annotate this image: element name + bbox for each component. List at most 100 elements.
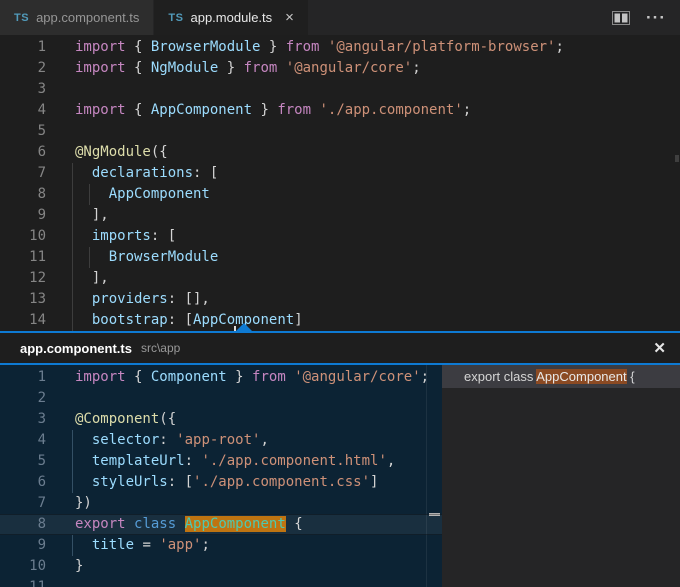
code-text: import { Component } from '@angular/core… (75, 369, 429, 385)
editor-actions: ··· (612, 0, 680, 35)
code-text: BrowserModule (75, 249, 218, 265)
vscode-window: TS app.component.ts TS app.module.ts × ·… (0, 0, 680, 587)
tab-app-component-ts[interactable]: TS app.component.ts (0, 0, 154, 35)
code-line[interactable]: 11 (0, 577, 442, 587)
code-line[interactable]: 14 bootstrap: [AppComponent] (0, 310, 680, 331)
line-number: 8 (0, 184, 46, 205)
line-number: 5 (0, 451, 46, 472)
code-line[interactable]: 4 selector: 'app-root', (0, 430, 442, 451)
code-line[interactable]: 7}) (0, 493, 442, 514)
indent-guide (72, 163, 73, 184)
line-number: 10 (0, 556, 46, 577)
tab-app-module-ts[interactable]: TS app.module.ts × (154, 0, 308, 35)
indent-guide (72, 184, 73, 205)
line-number: 10 (0, 226, 46, 247)
indent-guide (72, 226, 73, 247)
editor-app-module[interactable]: 1 import { BrowserModule } from '@angular… (0, 35, 680, 331)
indent-guide (72, 430, 73, 451)
code-line[interactable]: 1 import { Component } from '@angular/cor… (0, 367, 442, 388)
indent-guide (89, 247, 90, 268)
tab-label: app.module.ts (190, 10, 272, 25)
code-line[interactable]: 1 import { BrowserModule } from '@angular… (0, 37, 680, 58)
code-text: ], (75, 207, 109, 223)
code-text: } (75, 558, 83, 574)
code-text: title = 'app'; (75, 537, 210, 553)
indent-guide (72, 289, 73, 310)
line-number: 6 (0, 142, 46, 163)
line-number: 12 (0, 268, 46, 289)
code-line[interactable]: 6@NgModule({ (0, 142, 680, 163)
line-number: 14 (0, 310, 46, 331)
peek-body: 1 import { Component } from '@angular/cor… (0, 365, 680, 587)
line-number: 11 (0, 577, 46, 587)
code-text: }) (75, 495, 92, 511)
code-text: @Component({ (75, 411, 176, 427)
more-actions-icon[interactable]: ··· (646, 9, 666, 26)
split-editor-icon[interactable] (612, 11, 630, 25)
typescript-file-icon: TS (168, 12, 183, 24)
code-line[interactable]: 3 @Component({ (0, 409, 442, 430)
code-text: bootstrap: [AppComponent] (75, 312, 303, 328)
peek-title: app.component.ts (20, 341, 132, 356)
line-number: 7 (0, 493, 46, 514)
indent-guide (72, 247, 73, 268)
close-tab-icon[interactable]: × (285, 10, 294, 25)
line-number: 2 (0, 58, 46, 79)
peek-header: app.component.ts src\app ✕ (0, 333, 680, 363)
code-text: styleUrls: ['./app.component.css'] (75, 474, 378, 490)
code-text: imports: [ (75, 228, 176, 244)
line-number: 3 (0, 409, 46, 430)
line-number: 1 (0, 37, 46, 58)
peek-references-list: export class AppComponent { (442, 365, 680, 587)
code-text: templateUrl: './app.component.html', (75, 453, 395, 469)
code-text: import { AppComponent } from './app.comp… (75, 102, 471, 118)
peek-arrow (235, 323, 253, 332)
peek-file-path: src\app (141, 341, 180, 355)
line-number: 13 (0, 289, 46, 310)
indent-guide (72, 268, 73, 289)
code-line[interactable]: 3 (0, 79, 680, 100)
line-number: 2 (0, 388, 46, 409)
peek-editor-app-component[interactable]: 1 import { Component } from '@angular/cor… (0, 365, 442, 587)
indent-guide (72, 472, 73, 493)
indent-guide (72, 205, 73, 226)
code-line[interactable]: 5 templateUrl: './app.component.html', (0, 451, 442, 472)
typescript-file-icon: TS (14, 12, 29, 24)
peek-close-icon[interactable]: ✕ (653, 341, 666, 356)
line-number: 8 (0, 514, 46, 535)
code-line[interactable]: 2 import { NgModule } from '@angular/core… (0, 58, 680, 79)
code-line[interactable]: 12 ], (0, 268, 680, 289)
code-text: AppComponent (75, 186, 210, 202)
code-line[interactable]: 6 styleUrls: ['./app.component.css'] (0, 472, 442, 493)
peek-definition-widget: app.component.ts src\app ✕ 1 import { Com… (0, 331, 680, 587)
indent-guide (72, 535, 73, 556)
reference-list-item[interactable]: export class AppComponent { (442, 365, 680, 388)
line-number: 1 (0, 367, 46, 388)
code-text: export class AppComponent { (75, 516, 303, 532)
tab-label: app.component.ts (36, 10, 139, 25)
code-line[interactable]: 4import { AppComponent } from './app.com… (0, 100, 680, 121)
tab-bar: TS app.component.ts TS app.module.ts × ·… (0, 0, 680, 35)
line-number: 11 (0, 247, 46, 268)
line-number: 5 (0, 121, 46, 142)
code-line[interactable]: 8 AppComponent (0, 184, 680, 205)
code-line[interactable]: 13 providers: [], (0, 289, 680, 310)
line-number: 6 (0, 472, 46, 493)
code-line[interactable]: 9 title = 'app'; (0, 535, 442, 556)
code-line[interactable]: 11 BrowserModule (0, 247, 680, 268)
code-line[interactable]: 7 declarations: [ (0, 163, 680, 184)
code-line[interactable]: 10} (0, 556, 442, 577)
code-line[interactable]: 10 imports: [ (0, 226, 680, 247)
match-highlight: AppComponent (536, 369, 626, 384)
indent-guide (89, 184, 90, 205)
line-number: 4 (0, 430, 46, 451)
code-line[interactable]: 8 export class AppComponent { (0, 514, 442, 535)
line-number: 3 (0, 79, 46, 100)
code-text: import { BrowserModule } from '@angular/… (75, 39, 564, 55)
code-line[interactable]: 9 ], (0, 205, 680, 226)
code-text: ], (75, 270, 109, 286)
code-line[interactable]: 5 (0, 121, 680, 142)
code-line[interactable]: 2 (0, 388, 442, 409)
match-highlight: AppComponent (185, 516, 286, 532)
code-text: import { NgModule } from '@angular/core'… (75, 60, 421, 76)
